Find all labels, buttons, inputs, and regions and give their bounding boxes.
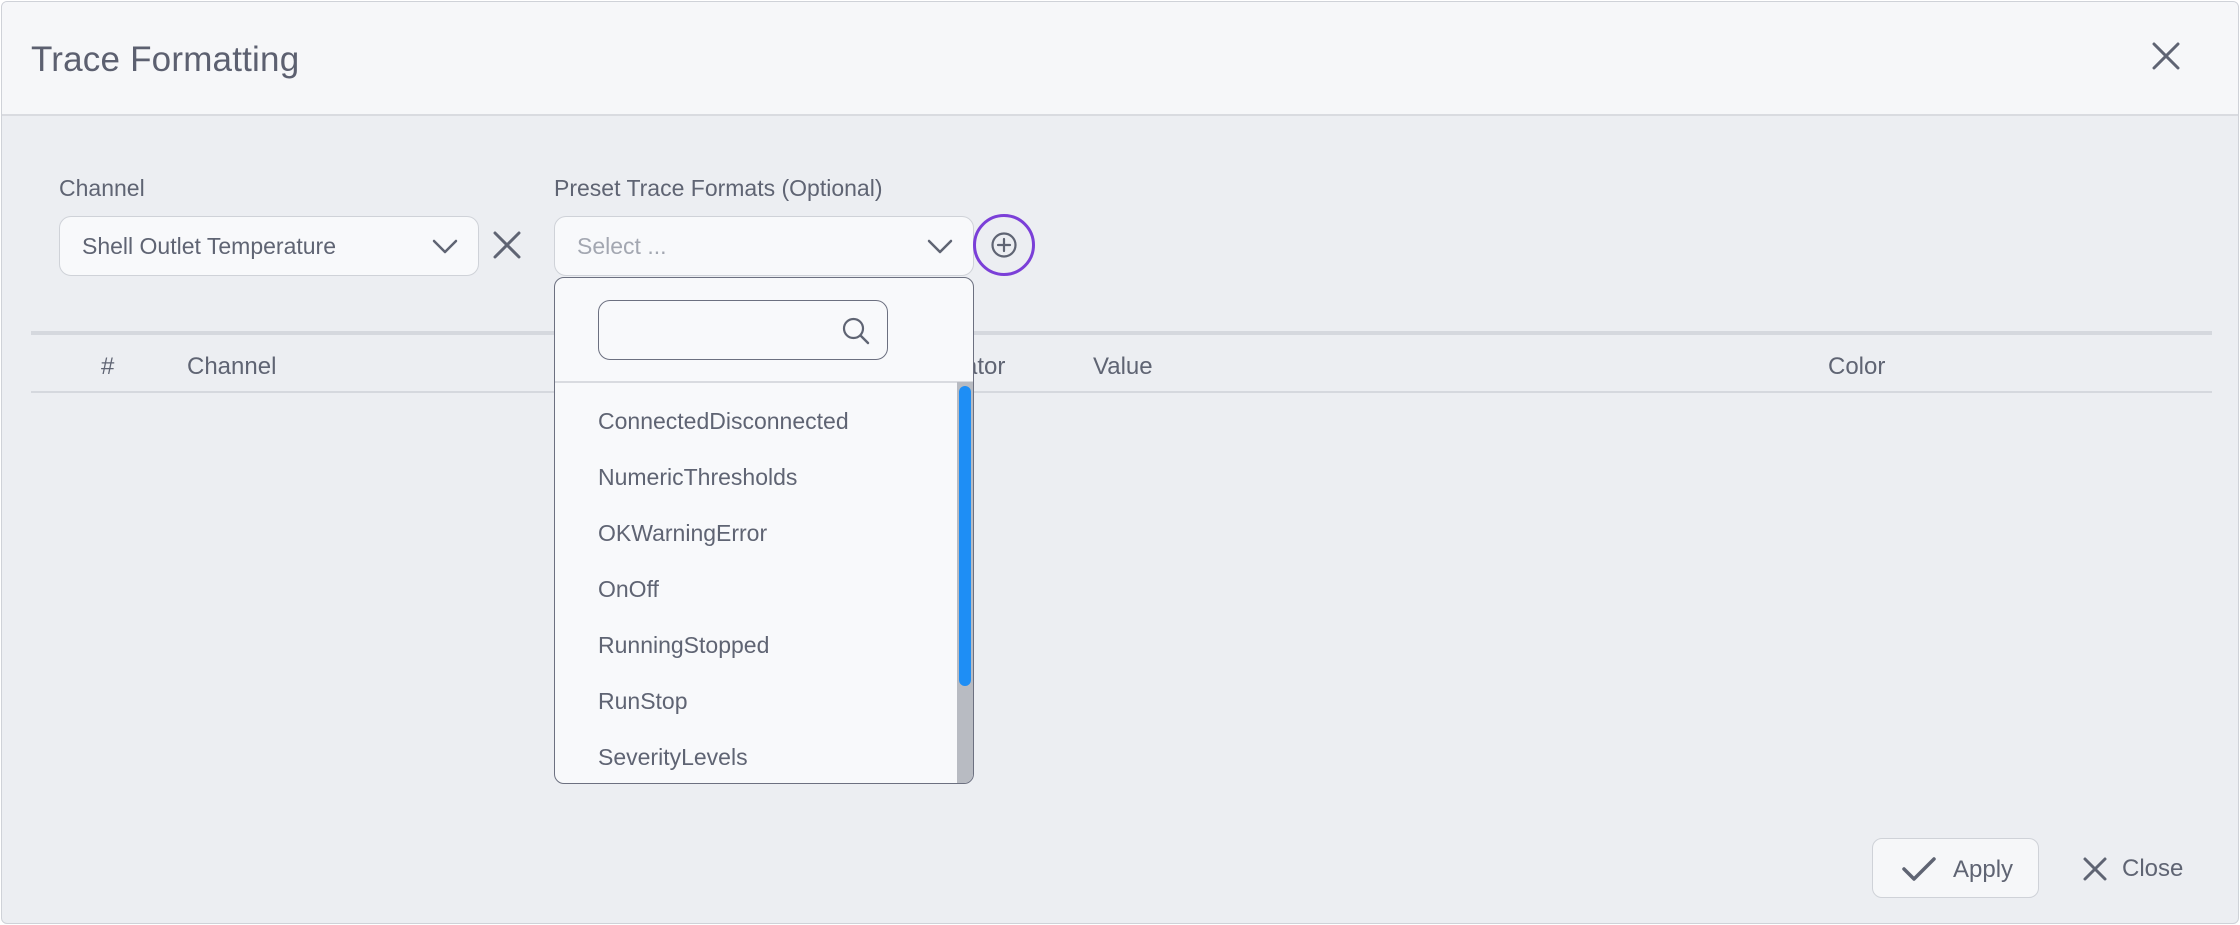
dropdown-option[interactable]: RunStop bbox=[598, 688, 688, 715]
close-button-label: Close bbox=[2122, 855, 2184, 882]
channel-select-value: Shell Outlet Temperature bbox=[82, 233, 336, 259]
close-button[interactable]: Close bbox=[2078, 838, 2188, 898]
preset-formats-placeholder: Select ... bbox=[577, 233, 667, 259]
col-color-header: Color bbox=[1828, 353, 1886, 380]
preset-formats-label: Preset Trace Formats (Optional) bbox=[554, 175, 883, 201]
chevron-down-icon bbox=[432, 239, 458, 254]
dropdown-option[interactable]: SeverityLevels bbox=[598, 744, 748, 771]
dialog-title: Trace Formatting bbox=[31, 40, 300, 79]
dropdown-option[interactable]: OKWarningError bbox=[598, 520, 767, 547]
table-header-row: # Channel ator Value Color bbox=[31, 335, 2212, 393]
preset-formats-dropdown: ConnectedDisconnected NumericThresholds … bbox=[554, 277, 974, 784]
chevron-down-icon bbox=[927, 239, 953, 254]
col-index-header: # bbox=[101, 353, 115, 380]
search-icon bbox=[842, 317, 870, 345]
checkmark-icon bbox=[1902, 857, 1936, 881]
close-icon bbox=[2083, 857, 2107, 881]
dropdown-option[interactable]: NumericThresholds bbox=[598, 464, 797, 491]
trace-formatting-dialog: Trace Formatting Channel Shell Outlet Te… bbox=[1, 1, 2239, 924]
dropdown-option[interactable]: RunningStopped bbox=[598, 632, 769, 659]
dropdown-options-list: ConnectedDisconnected NumericThresholds … bbox=[555, 382, 973, 783]
dropdown-option[interactable]: ConnectedDisconnected bbox=[598, 408, 849, 435]
dropdown-search-input[interactable] bbox=[613, 315, 843, 345]
dropdown-search bbox=[598, 300, 888, 360]
channel-label: Channel bbox=[59, 175, 145, 201]
col-value-header: Value bbox=[1093, 353, 1153, 380]
clear-channel-icon[interactable] bbox=[492, 230, 522, 260]
plus-circle-icon bbox=[991, 232, 1017, 258]
dialog-close-icon[interactable] bbox=[2150, 40, 2182, 72]
channel-select[interactable]: Shell Outlet Temperature bbox=[59, 216, 479, 276]
col-channel-header: Channel bbox=[187, 353, 277, 380]
dialog-header: Trace Formatting bbox=[2, 2, 2238, 116]
preset-formats-select[interactable]: Select ... bbox=[554, 216, 974, 276]
dropdown-option[interactable]: OnOff bbox=[598, 576, 659, 603]
add-preset-button[interactable] bbox=[973, 214, 1035, 276]
apply-button[interactable]: Apply bbox=[1872, 838, 2039, 898]
apply-button-label: Apply bbox=[1953, 856, 2014, 883]
dropdown-scrollbar-thumb[interactable] bbox=[959, 386, 971, 686]
